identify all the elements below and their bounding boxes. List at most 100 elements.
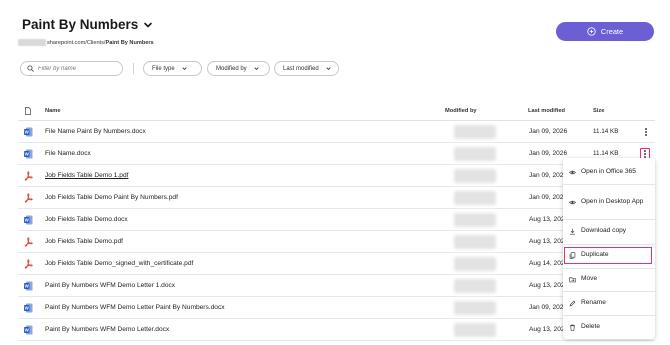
table-row[interactable]: W Paint By Numbers WFM Demo Letter.docx A… [18, 319, 655, 341]
file-icon [25, 107, 31, 115]
table-row[interactable]: W File Name.docx Jan 09, 2026 11.14 KB [18, 143, 655, 165]
file-name[interactable]: Job Fields Table Demo 1.pdf [45, 172, 128, 179]
redacted-modified-by [454, 169, 496, 183]
files-table: Name Modified by Last modified Size W Fi… [18, 101, 655, 341]
last-modified-date: Jan 09, 2026 [529, 304, 568, 311]
menu-item-label: Open in Desktop App [581, 197, 644, 205]
menu-separator [563, 244, 655, 245]
create-button[interactable]: Create [556, 22, 654, 41]
menu-item-delete[interactable]: Delete [563, 320, 655, 334]
table-row[interactable]: W Job Fields Table Demo.docx Aug 13, 2025 [18, 209, 655, 231]
word-file-icon: W [24, 215, 33, 225]
search-input[interactable] [38, 65, 118, 72]
menu-item-label: Move [581, 274, 598, 282]
file-name[interactable]: Job Fields Table Demo_signed_with_certif… [45, 260, 193, 267]
trash-icon [570, 324, 575, 331]
pdf-file-icon [24, 171, 33, 181]
redacted-modified-by [454, 323, 496, 337]
breadcrumb-domain[interactable]: sharepoint.com [47, 40, 85, 46]
file-size: 11.14 KB [593, 128, 619, 135]
redacted-modified-by [454, 147, 496, 161]
last-modified-date: Jan 09, 2026 [529, 194, 568, 201]
redacted-modified-by [454, 301, 496, 315]
chevron-down-icon [254, 67, 259, 71]
menu-item-label: Open in Office 365 [581, 167, 636, 175]
file-name[interactable]: Job Fields Table Demo.docx [45, 216, 128, 223]
modified-by-filter[interactable]: Modified by [207, 61, 270, 76]
chevron-down-icon [182, 67, 187, 71]
menu-item-rename[interactable]: Rename [563, 296, 655, 310]
file-name[interactable]: Paint By Numbers WFM Demo Letter Paint B… [45, 304, 225, 311]
table-row[interactable]: Job Fields Table Demo 1.pdf Jan 09, 2026 [18, 165, 655, 187]
download-icon [570, 228, 575, 234]
last-modified-date: Jan 09, 2026 [529, 150, 568, 157]
pdf-file-icon [24, 193, 33, 203]
redacted-tenant [18, 39, 46, 46]
column-header-name[interactable]: Name [45, 108, 61, 114]
search-icon [27, 65, 34, 72]
file-name[interactable]: File Name.docx [45, 150, 91, 157]
table-row[interactable]: Job Fields Table Demo.pdf Aug 13, 2025 [18, 231, 655, 253]
duplicate-icon [569, 252, 576, 259]
plus-circle-icon [587, 27, 596, 36]
search-box[interactable] [20, 61, 123, 76]
file-name[interactable]: File Name Paint By Numbers.docx [45, 128, 146, 135]
column-header-modified-by[interactable]: Modified by [445, 108, 477, 114]
table-header: Name Modified by Last modified Size [18, 101, 655, 121]
file-type-filter-label: File type [152, 65, 175, 72]
redacted-modified-by [454, 213, 496, 227]
column-header-last-modified[interactable]: Last modified [528, 108, 565, 114]
table-row[interactable]: Job Fields Table Demo Paint By Numbers.p… [18, 187, 655, 209]
pdf-file-icon [24, 237, 33, 247]
menu-item-label: Rename [581, 298, 606, 306]
word-file-icon: W [24, 127, 33, 137]
file-context-menu: Open in Office 365 Open in Desktop App D… [563, 158, 655, 339]
pdf-file-icon [24, 259, 33, 269]
redacted-modified-by [454, 235, 496, 249]
redacted-modified-by [454, 125, 496, 139]
chevron-down-icon [326, 67, 331, 71]
menu-separator [563, 219, 655, 220]
breadcrumb-clients[interactable]: Clients [87, 40, 104, 46]
redacted-modified-by [454, 279, 496, 293]
word-file-icon: W [24, 149, 33, 159]
create-button-label: Create [600, 27, 624, 36]
move-icon [569, 276, 576, 282]
file-name[interactable]: Job Fields Table Demo Paint By Numbers.p… [45, 194, 178, 201]
table-row[interactable]: W Paint By Numbers WFM Demo Letter 1.doc… [18, 275, 655, 297]
redacted-modified-by [454, 257, 496, 271]
more-options-icon[interactable] [642, 126, 650, 138]
breadcrumb-current: Paint By Numbers [105, 39, 154, 46]
menu-item-duplicate[interactable]: Duplicate [564, 247, 652, 264]
table-row[interactable]: Job Fields Table Demo_signed_with_certif… [18, 253, 655, 275]
file-type-filter[interactable]: File type [143, 61, 202, 76]
filter-divider [133, 63, 134, 74]
column-header-size[interactable]: Size [593, 108, 604, 114]
last-modified-filter-label: Last modified [283, 65, 319, 72]
menu-separator [563, 291, 655, 292]
last-modified-filter[interactable]: Last modified [274, 61, 339, 76]
menu-item-download[interactable]: Download copy [563, 224, 655, 238]
pencil-icon [569, 300, 576, 306]
menu-item-open-office[interactable]: Open in Office 365 [563, 165, 655, 179]
eye-icon [569, 200, 576, 204]
file-name[interactable]: Paint By Numbers WFM Demo Letter 1.docx [45, 282, 175, 289]
menu-item-move[interactable]: Move [563, 272, 655, 286]
chevron-down-icon[interactable] [143, 20, 153, 30]
breadcrumb: sharepoint.com / Clients / Paint By Numb… [18, 39, 154, 46]
table-row[interactable]: W File Name Paint By Numbers.docx Jan 09,… [18, 121, 655, 143]
redacted-modified-by [454, 191, 496, 205]
page-title-group[interactable]: Paint By Numbers [22, 17, 153, 32]
eye-icon [569, 170, 576, 174]
file-name[interactable]: Job Fields Table Demo.pdf [45, 238, 123, 245]
file-name[interactable]: Paint By Numbers WFM Demo Letter.docx [45, 326, 169, 333]
table-row[interactable]: W Paint By Numbers WFM Demo Letter Paint… [18, 297, 655, 319]
word-file-icon: W [24, 303, 33, 313]
page-title: Paint By Numbers [22, 17, 139, 32]
menu-separator [563, 315, 655, 316]
menu-item-label: Duplicate [581, 251, 609, 259]
last-modified-date: Jan 09, 2026 [529, 128, 568, 135]
menu-item-label: Download copy [581, 226, 627, 234]
word-file-icon: W [24, 281, 33, 291]
menu-item-open-desktop[interactable]: Open in Desktop App [563, 190, 655, 214]
